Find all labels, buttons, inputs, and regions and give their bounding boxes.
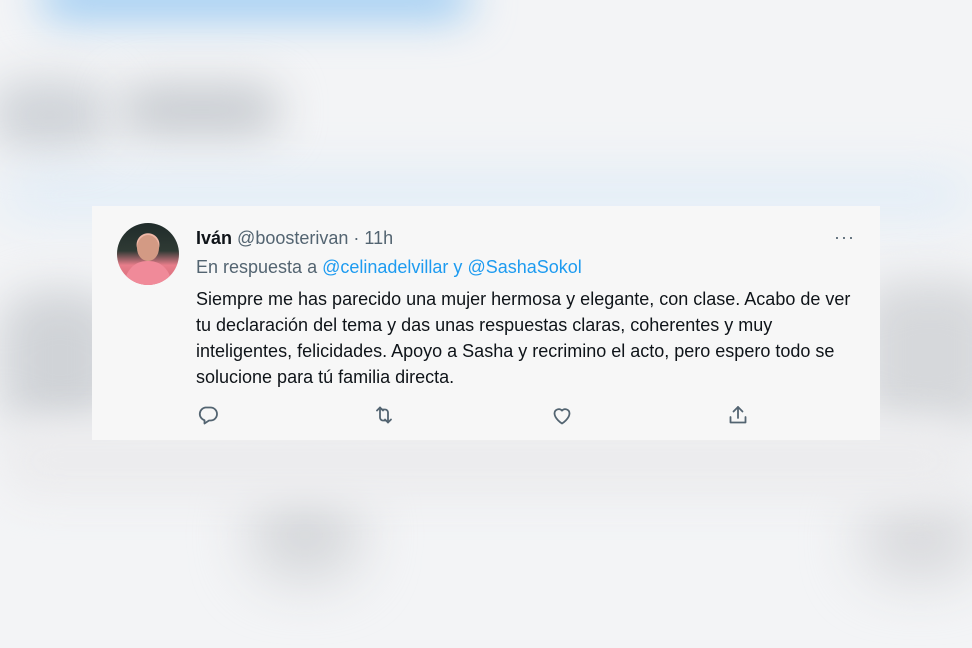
retweet-icon[interactable] bbox=[372, 403, 396, 427]
blurred-shape bbox=[0, 80, 110, 150]
more-options-icon[interactable]: ··· bbox=[834, 228, 855, 246]
blurred-shape bbox=[120, 85, 280, 135]
avatar-shirt bbox=[125, 261, 171, 285]
author-handle[interactable]: @boosterivan bbox=[237, 228, 348, 248]
mention-celinadelvillar[interactable]: @celinadelvillar bbox=[322, 257, 448, 277]
blurred-shape bbox=[860, 500, 972, 580]
avatar[interactable] bbox=[117, 223, 179, 285]
share-icon[interactable] bbox=[726, 403, 750, 427]
mention-sashasokol[interactable]: @SashaSokol bbox=[467, 257, 581, 277]
reply-conjunction: y bbox=[448, 257, 468, 277]
reply-context: En respuesta a @celinadelvillar y @Sasha… bbox=[196, 256, 582, 278]
reply-prefix: En respuesta a bbox=[196, 257, 323, 277]
author-name[interactable]: Iván bbox=[196, 228, 232, 248]
tweet-text: Siempre me has parecido una mujer hermos… bbox=[196, 289, 851, 387]
blurred-shape bbox=[250, 490, 360, 580]
avatar-head bbox=[137, 235, 159, 261]
tweet-header: Iván @boosterivan · 11h bbox=[196, 227, 393, 249]
tweet-time[interactable]: 11h bbox=[364, 228, 393, 248]
tweet-card[interactable]: Iván @boosterivan · 11h ··· En respuesta… bbox=[92, 206, 880, 440]
heart-icon[interactable] bbox=[550, 403, 574, 427]
blurred-shape bbox=[40, 0, 470, 16]
header-separator: · bbox=[348, 228, 365, 248]
reply-icon[interactable] bbox=[196, 403, 220, 427]
